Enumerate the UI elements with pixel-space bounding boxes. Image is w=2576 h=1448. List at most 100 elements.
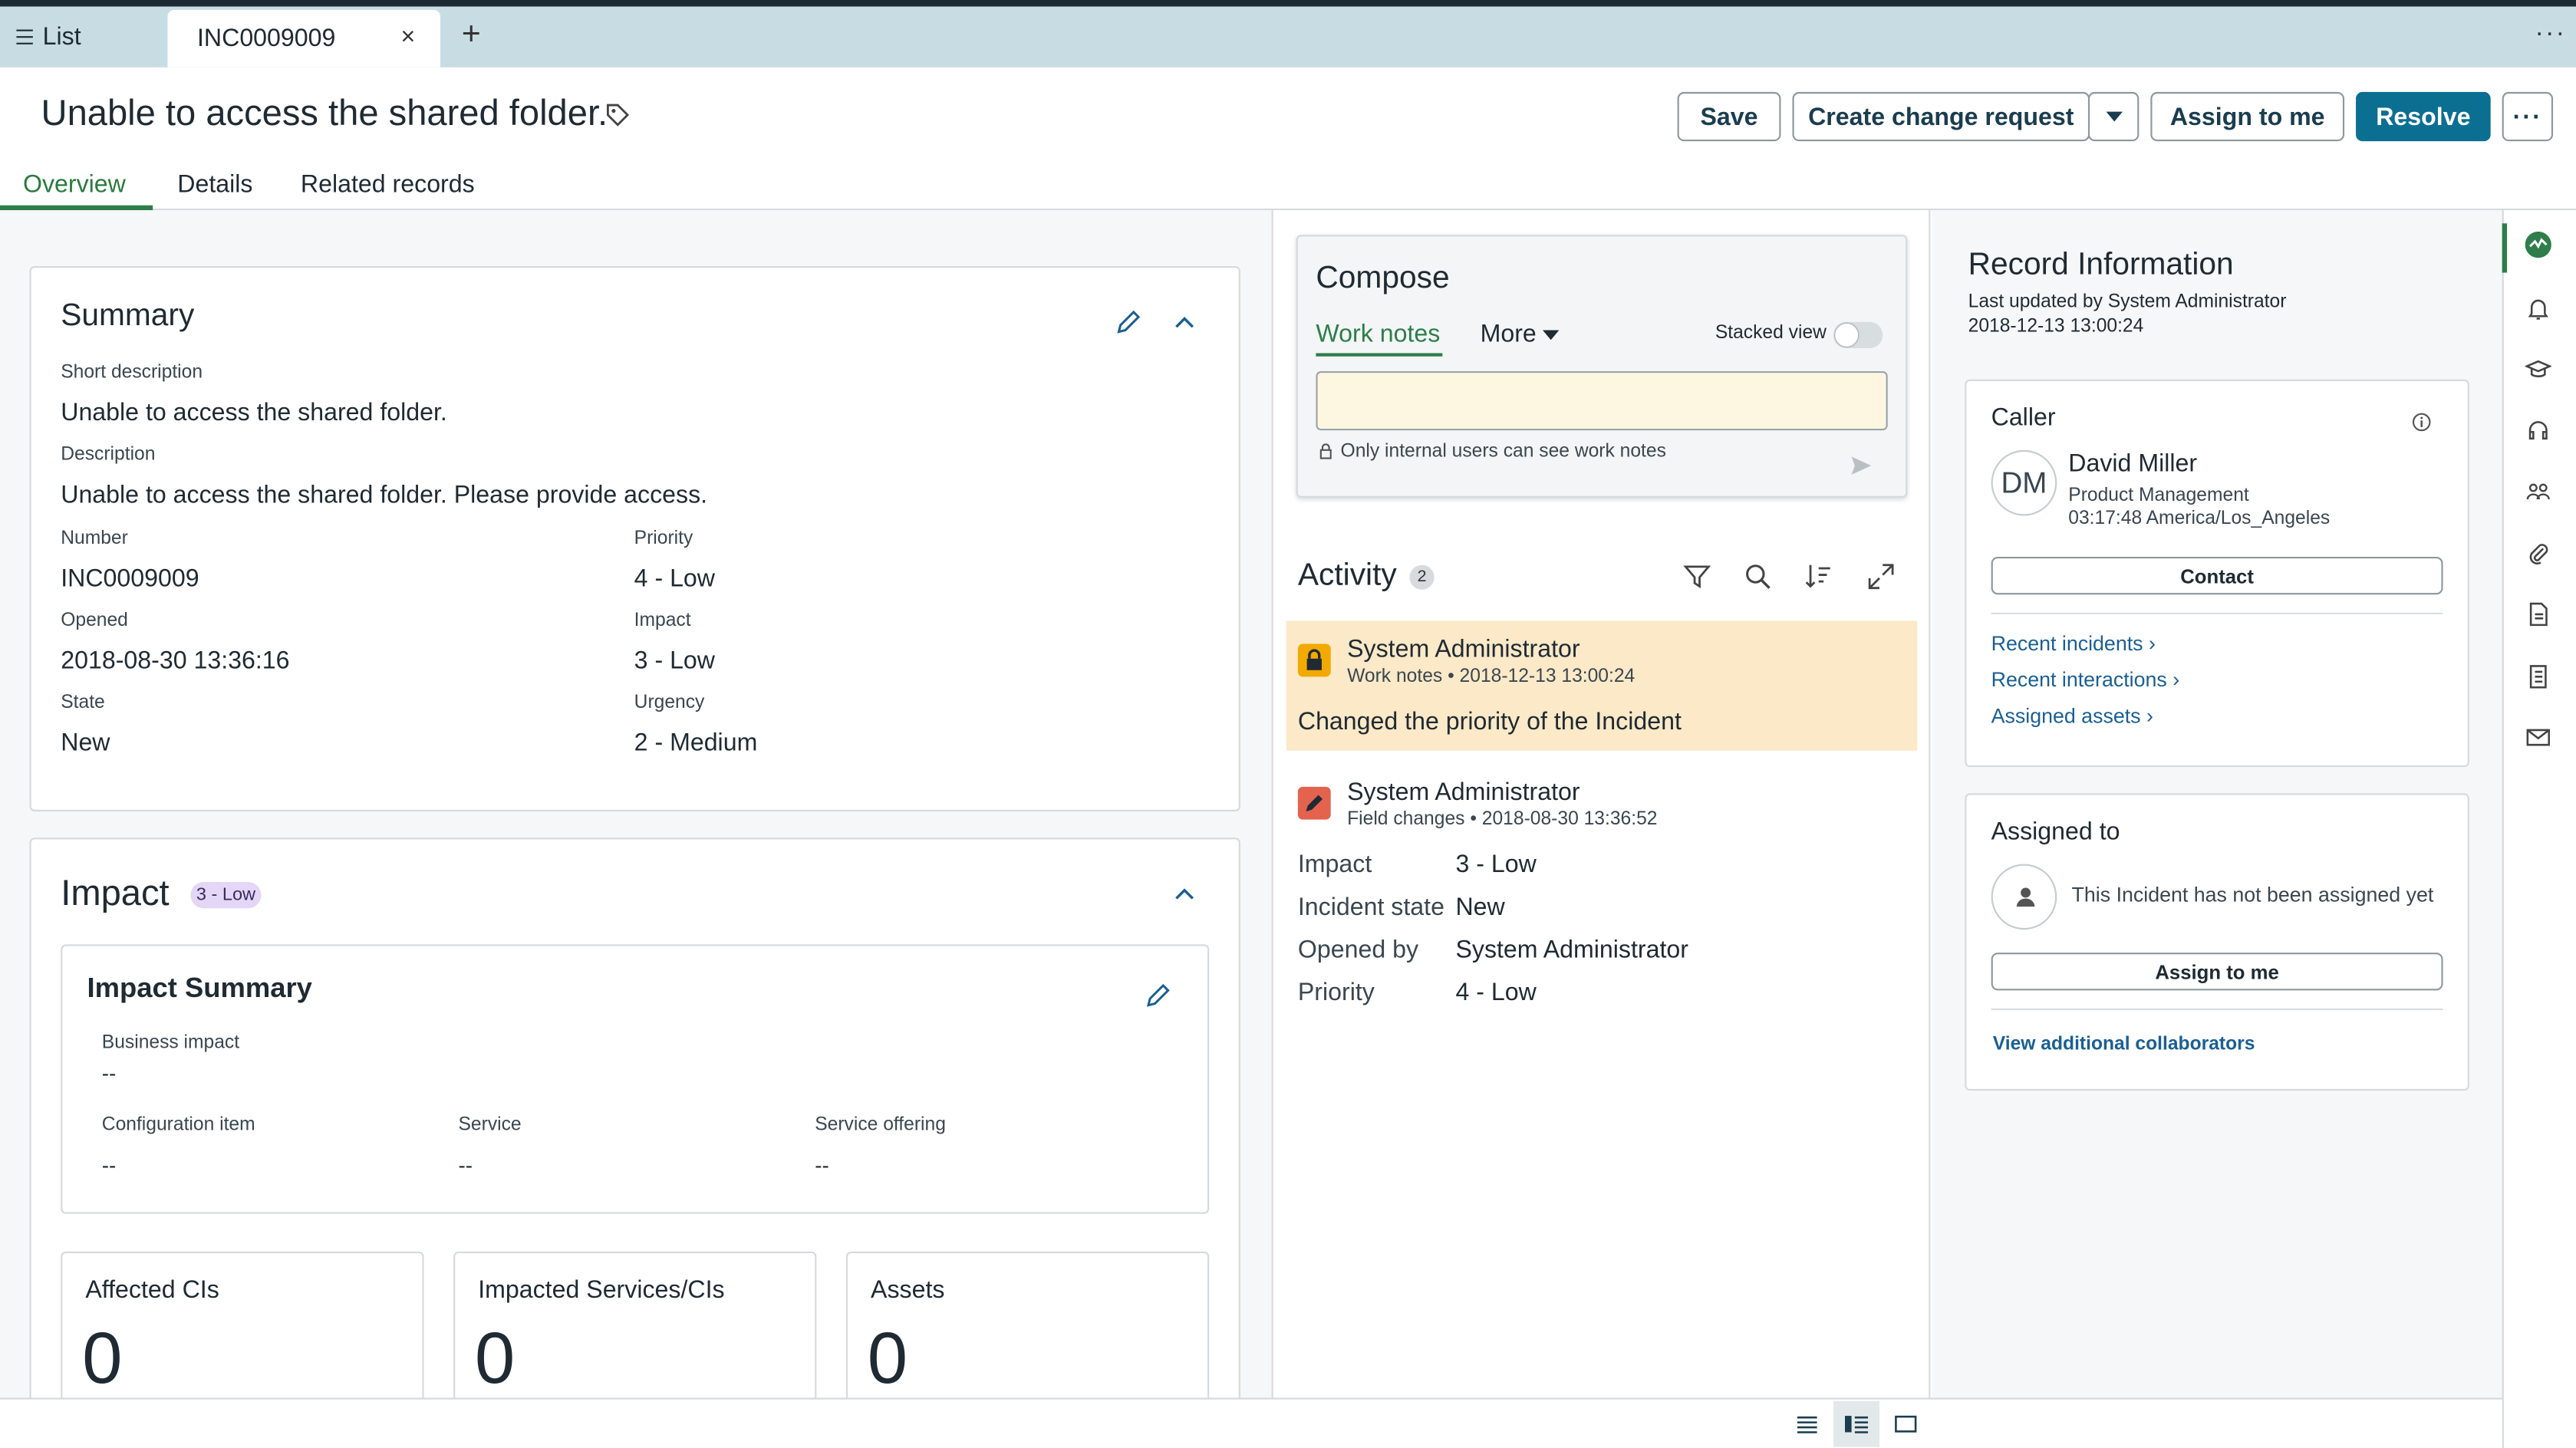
business-impact-value: -- bbox=[101, 1061, 117, 1086]
chevron-right-icon: › bbox=[2172, 668, 2180, 692]
lock-icon bbox=[1319, 443, 1332, 459]
search-icon[interactable] bbox=[1743, 561, 1773, 591]
impact-value: 3 - Low bbox=[634, 647, 716, 676]
record-tab-label: INC0009009 bbox=[196, 25, 336, 53]
lock-icon bbox=[1297, 643, 1331, 677]
summary-title: Summary bbox=[61, 298, 195, 334]
collapse-icon[interactable] bbox=[1170, 879, 1200, 909]
more-dropdown[interactable]: More bbox=[1481, 321, 1560, 348]
split-view-icon bbox=[1845, 1416, 1868, 1433]
impacted-services-count: 0 bbox=[474, 1318, 516, 1400]
create-change-dropdown-button[interactable] bbox=[2087, 91, 2140, 142]
more-actions-button[interactable]: ··· bbox=[2502, 91, 2554, 142]
filter-icon[interactable] bbox=[1682, 561, 1712, 591]
field-name: Impact bbox=[1297, 851, 1372, 879]
work-notes-tab[interactable]: Work notes bbox=[1316, 321, 1440, 348]
field-name: Incident state bbox=[1297, 893, 1444, 922]
field-name: Opened by bbox=[1297, 936, 1419, 965]
assigned-assets-label: Assigned assets bbox=[1991, 704, 2141, 728]
field-value: New bbox=[1455, 893, 1505, 922]
stacked-view-toggle[interactable] bbox=[1833, 321, 1883, 349]
chevron-right-icon: › bbox=[2146, 704, 2153, 728]
field-value: 4 - Low bbox=[1455, 979, 1537, 1007]
tab-related-records[interactable]: Related records bbox=[301, 171, 475, 199]
expand-icon[interactable] bbox=[1866, 561, 1896, 591]
urgency-value: 2 - Medium bbox=[634, 729, 758, 758]
tab-overview[interactable]: Overview bbox=[23, 171, 126, 199]
activity-author: System Administrator bbox=[1347, 778, 1580, 807]
recent-incidents-link[interactable]: Recent incidents › bbox=[1991, 633, 2156, 656]
document-icon[interactable] bbox=[2525, 601, 2551, 627]
list-tab[interactable]: List bbox=[0, 7, 81, 67]
service-offering-value: -- bbox=[815, 1153, 829, 1178]
contact-button[interactable]: Contact bbox=[1991, 557, 2443, 595]
more-label: More bbox=[1480, 320, 1537, 349]
graduation-cap-icon[interactable] bbox=[2525, 357, 2551, 383]
rail-active-indicator bbox=[2502, 223, 2508, 273]
info-icon[interactable] bbox=[2412, 413, 2432, 433]
menu-icon bbox=[16, 29, 33, 44]
activity-meta: Field changes • 2018-08-30 13:36:52 bbox=[1347, 809, 1658, 830]
field-value: 3 - Low bbox=[1455, 851, 1537, 879]
send-icon[interactable] bbox=[1850, 455, 1873, 476]
activity-meta: Work notes • 2018-12-13 13:00:24 bbox=[1347, 666, 1636, 687]
single-view-icon[interactable] bbox=[1894, 1414, 1917, 1434]
caller-name[interactable]: David Miller bbox=[2068, 450, 2197, 478]
page-title: Unable to access the shared folder. bbox=[41, 91, 608, 133]
caret-down-icon bbox=[2105, 111, 2122, 122]
assigned-assets-link[interactable]: Assigned assets › bbox=[1991, 705, 2153, 728]
activity-type: Work notes bbox=[1347, 666, 1443, 687]
view-collaborators-link[interactable]: View additional collaborators bbox=[1993, 1035, 2255, 1055]
top-strip bbox=[0, 0, 2576, 7]
urgency-label: Urgency bbox=[634, 693, 705, 713]
collapse-icon[interactable] bbox=[1170, 307, 1200, 337]
state-label: State bbox=[61, 693, 105, 713]
more-options-icon[interactable]: ··· bbox=[2535, 20, 2566, 50]
service-label: Service bbox=[458, 1115, 522, 1135]
activity-title: Activity bbox=[1297, 558, 1397, 594]
activity-pulse-icon[interactable] bbox=[2525, 231, 2551, 258]
paperclip-icon[interactable] bbox=[2525, 541, 2551, 567]
bottom-toolbar bbox=[0, 1397, 2502, 1448]
sort-icon[interactable] bbox=[1804, 561, 1833, 591]
edit-icon[interactable] bbox=[1144, 981, 1174, 1011]
bell-icon[interactable] bbox=[2525, 295, 2551, 321]
close-tab-icon[interactable]: × bbox=[401, 23, 416, 51]
work-notes-underline bbox=[1316, 353, 1443, 357]
mail-icon[interactable] bbox=[2525, 724, 2551, 750]
affected-cis-label: Affected CIs bbox=[85, 1276, 219, 1305]
list-document-icon[interactable] bbox=[2525, 663, 2551, 689]
impact-title: Impact bbox=[61, 872, 170, 913]
list-view-icon[interactable] bbox=[1796, 1414, 1819, 1434]
affected-cis-count: 0 bbox=[82, 1318, 123, 1400]
number-value: INC0009009 bbox=[61, 564, 199, 594]
recent-interactions-link[interactable]: Recent interactions › bbox=[1991, 669, 2180, 692]
headset-icon[interactable] bbox=[2525, 417, 2551, 443]
avatar[interactable]: DM bbox=[1991, 449, 2057, 516]
people-icon[interactable] bbox=[2525, 478, 2551, 504]
split-view-button[interactable] bbox=[1833, 1400, 1879, 1447]
tab-details[interactable]: Details bbox=[177, 171, 252, 199]
priority-label: Priority bbox=[634, 528, 693, 549]
record-tab[interactable]: INC0009009 bbox=[167, 9, 440, 67]
impact-badge: 3 - Low bbox=[190, 882, 262, 909]
caller-department: Product Management bbox=[2068, 485, 2249, 506]
service-value: -- bbox=[458, 1153, 473, 1178]
resolve-button[interactable]: Resolve bbox=[2356, 91, 2491, 142]
assign-to-me-button[interactable]: Assign to me bbox=[2150, 91, 2345, 142]
opened-label: Opened bbox=[61, 610, 128, 631]
description-label: Description bbox=[61, 445, 156, 466]
caller-title: Caller bbox=[1991, 403, 2056, 433]
create-change-request-button[interactable]: Create change request bbox=[1792, 91, 2090, 142]
impacted-services-label: Impacted Services/CIs bbox=[478, 1276, 725, 1305]
impact-summary-title: Impact Summary bbox=[87, 972, 312, 1004]
work-notes-input[interactable] bbox=[1316, 371, 1888, 431]
app-window: List INC0009009 × + ··· Unable to access… bbox=[0, 0, 2576, 1448]
save-button[interactable]: Save bbox=[1677, 91, 1781, 142]
add-tab-icon[interactable]: + bbox=[462, 16, 481, 54]
activity-time: 2018-12-13 13:00:24 bbox=[1459, 666, 1636, 687]
edit-icon[interactable] bbox=[1114, 307, 1144, 337]
tag-icon[interactable] bbox=[604, 102, 631, 128]
field-value: System Administrator bbox=[1455, 936, 1688, 965]
assign-to-me-card-button[interactable]: Assign to me bbox=[1991, 953, 2443, 991]
